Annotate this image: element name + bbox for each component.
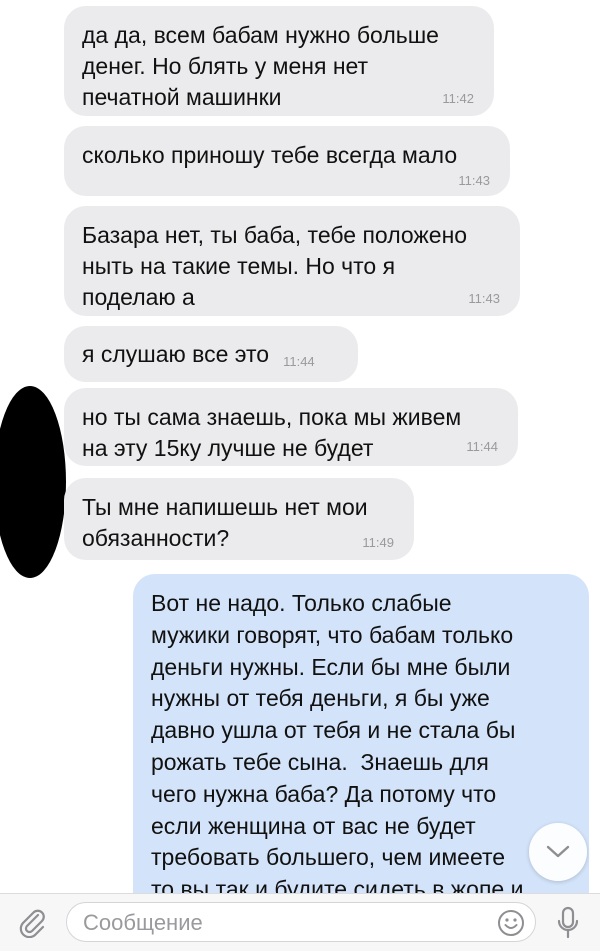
- message-input-container: [66, 902, 536, 942]
- message-text: да да, всем бабам нужно больше денег. Но…: [82, 22, 439, 110]
- message-text: Базара нет, ты баба, тебе положено ныть …: [82, 222, 468, 310]
- attach-button[interactable]: [14, 904, 50, 940]
- redacted-avatar: [0, 386, 66, 578]
- message-composer: [0, 893, 600, 951]
- message-bubble[interactable]: я слушаю все это 11:44: [64, 326, 358, 382]
- message-bubble[interactable]: но ты сама знаешь, пока мы живем на эту …: [64, 388, 518, 466]
- paperclip-icon: [17, 906, 47, 938]
- chat-history[interactable]: да да, всем бабам нужно больше денег. Но…: [0, 0, 600, 893]
- message-bubble[interactable]: да да, всем бабам нужно больше денег. Но…: [64, 6, 494, 116]
- message-bubble[interactable]: Ты мне напишешь нет мои обязанности? 11:…: [64, 478, 414, 560]
- message-time: 11:42: [442, 91, 474, 106]
- message-bubble-outgoing[interactable]: Вот не надо. Только слабые мужики говоря…: [133, 574, 589, 893]
- message-time: 11:43: [468, 291, 500, 306]
- smiley-icon: [497, 909, 525, 937]
- message-text: но ты сама знаешь, пока мы живем на эту …: [82, 404, 462, 461]
- scroll-down-button[interactable]: [529, 823, 587, 881]
- message-input[interactable]: [81, 908, 475, 938]
- microphone-icon: [556, 906, 580, 940]
- message-text: я слушаю все это: [82, 341, 270, 367]
- message-time: 11:49: [362, 535, 394, 550]
- emoji-button[interactable]: [495, 907, 527, 939]
- message-text: Вот не надо. Только слабые мужики говоря…: [151, 590, 524, 893]
- message-time: 11:43: [458, 173, 490, 188]
- message-text: сколько приношу тебе всегда мало: [82, 142, 458, 168]
- message-time: 11:44: [466, 439, 498, 454]
- voice-message-button[interactable]: [548, 903, 588, 943]
- message-time: 11:44: [283, 354, 315, 369]
- message-text: Ты мне напишешь нет мои обязанности?: [82, 494, 368, 551]
- message-bubble[interactable]: Базара нет, ты баба, тебе положено ныть …: [64, 206, 520, 316]
- chevron-down-icon: [545, 844, 571, 860]
- message-bubble[interactable]: сколько приношу тебе всегда мало 11:43: [64, 126, 510, 196]
